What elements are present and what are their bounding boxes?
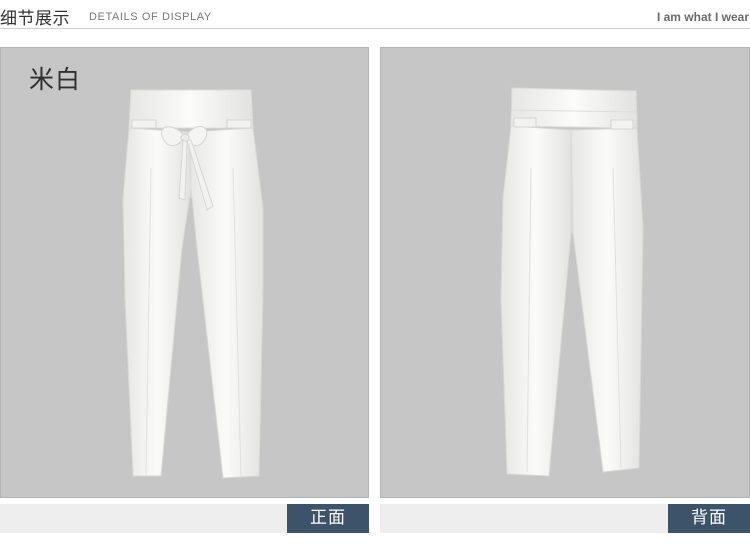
section-title: 细节展示 (0, 9, 70, 29)
back-caption-tag: 背面 (668, 504, 750, 533)
back-pants-image (500, 87, 644, 477)
section-header: 细节展示 DETAILS OF DISPLAY I am what I wear (0, 0, 750, 30)
header-divider (0, 28, 750, 29)
color-label: 米白 (29, 65, 82, 94)
front-caption-strip: 正面 (0, 504, 369, 533)
front-view-panel: 米白 (0, 47, 369, 498)
section-subtitle: DETAILS OF DISPLAY (89, 11, 212, 23)
front-pants-image (122, 89, 264, 479)
brand-slogan: I am what I wear (656, 10, 749, 24)
back-view-panel (380, 47, 750, 498)
back-caption-strip: 背面 (380, 504, 750, 533)
front-caption-tag: 正面 (287, 504, 369, 533)
